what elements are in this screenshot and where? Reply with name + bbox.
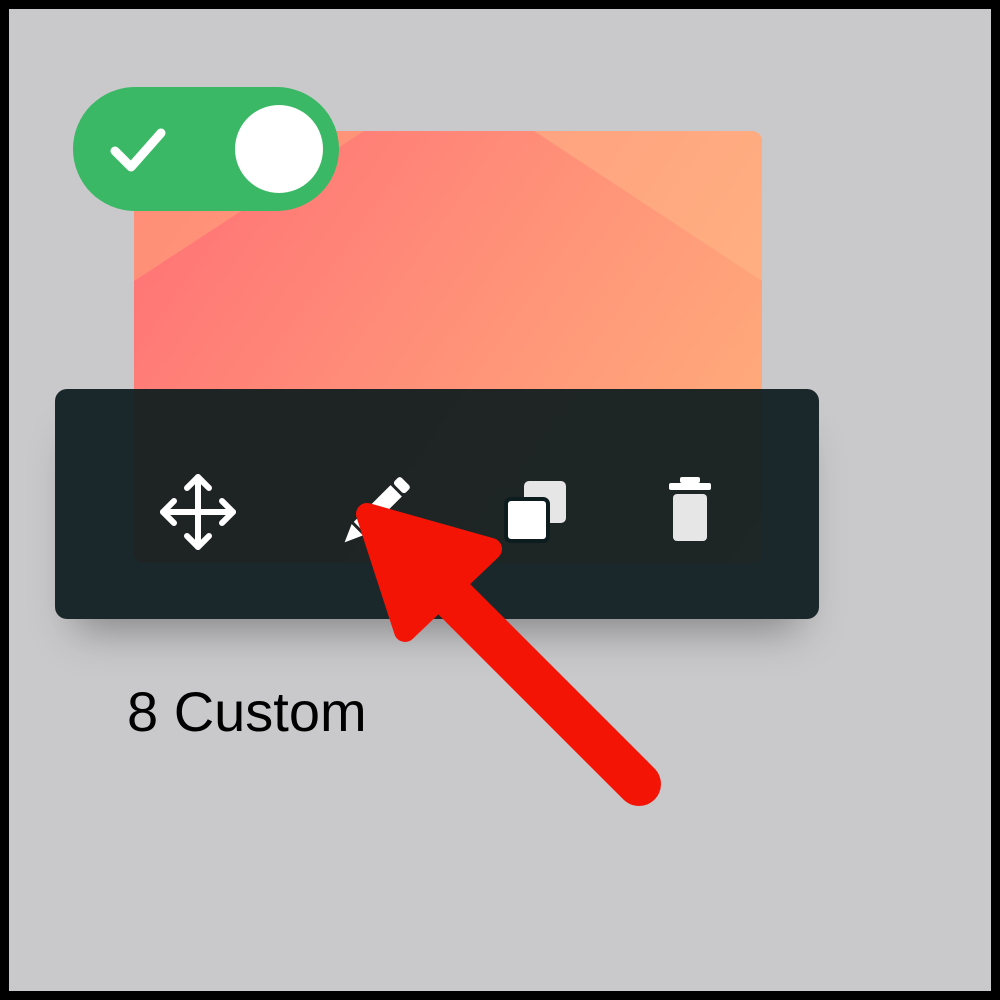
move-button[interactable]	[153, 467, 243, 557]
trash-icon	[669, 477, 711, 541]
pencil-icon	[344, 477, 410, 543]
edit-button[interactable]	[330, 467, 420, 557]
screenshot-frame: 8 Custom	[0, 0, 1000, 1000]
move-icon	[160, 474, 236, 550]
delete-button[interactable]	[645, 467, 735, 557]
template-name: 8 Custom	[127, 680, 367, 743]
card-action-toolbar	[55, 389, 819, 619]
duplicate-button[interactable]	[490, 467, 580, 557]
template-card: 8 Custom	[9, 9, 991, 991]
duplicate-icon	[504, 481, 566, 543]
check-icon	[110, 128, 166, 172]
enable-toggle[interactable]	[73, 87, 339, 211]
toggle-knob	[235, 105, 323, 193]
